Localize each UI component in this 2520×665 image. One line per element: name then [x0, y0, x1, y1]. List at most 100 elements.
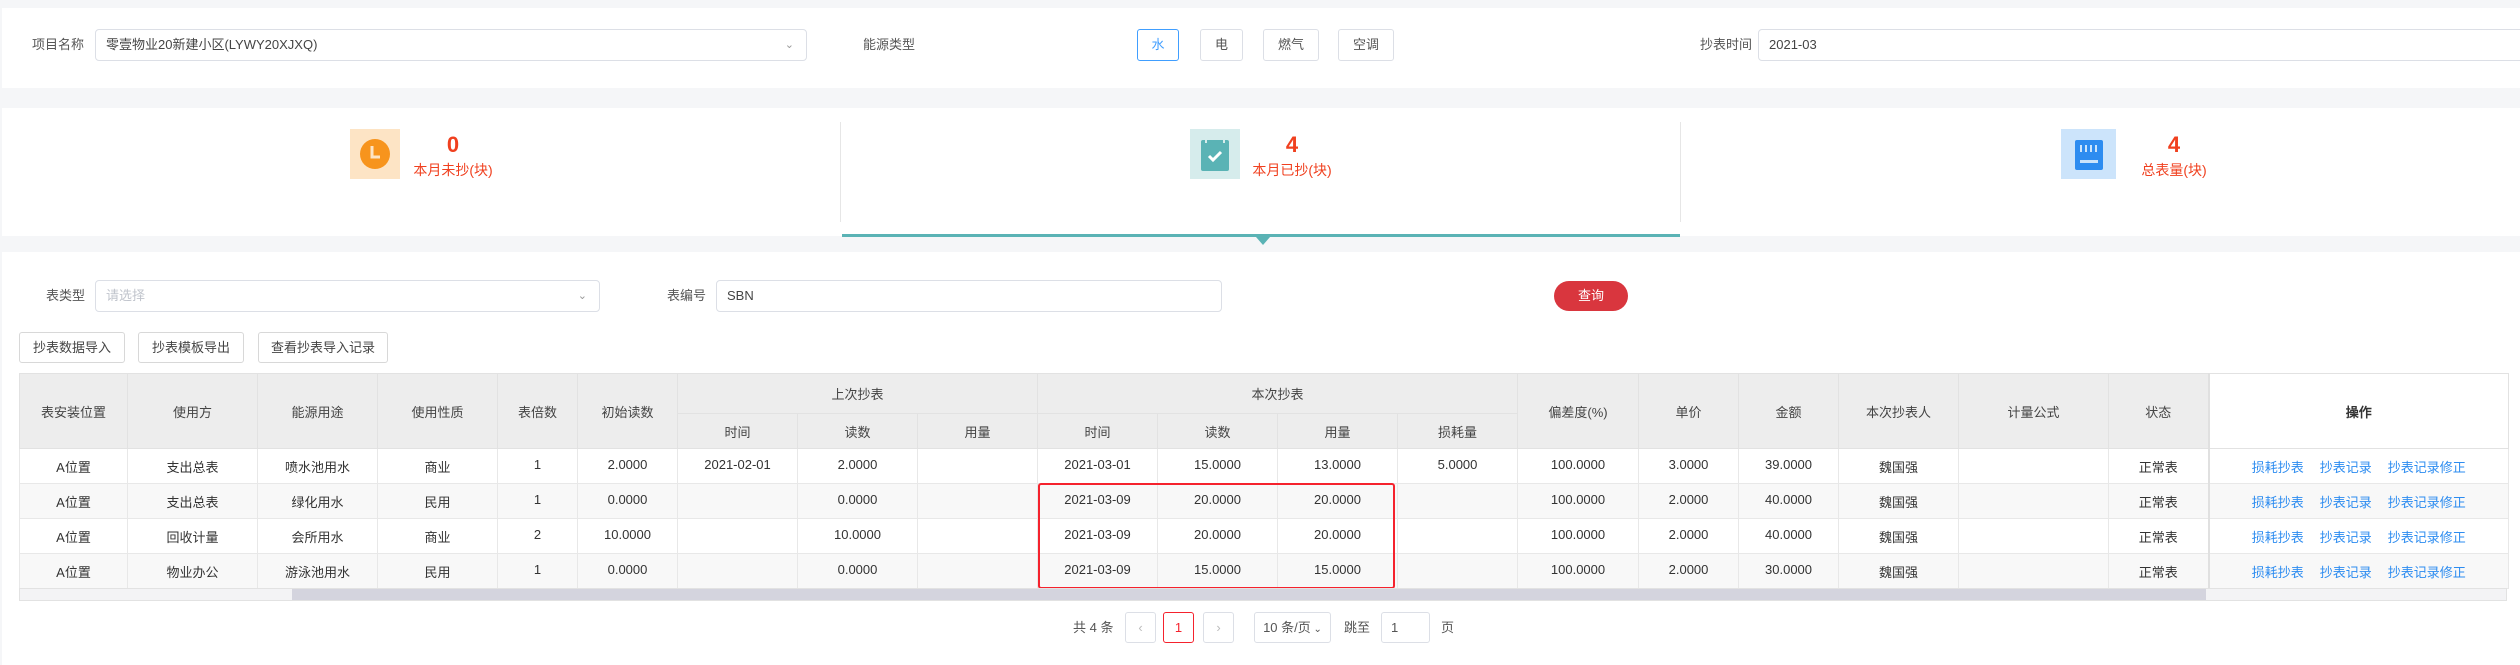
page-size-select[interactable]: 10 条/页 ⌄	[1254, 612, 1331, 643]
table-cell	[1958, 483, 2110, 519]
type-select[interactable]: 请选择 ⌄	[95, 280, 600, 312]
stat-read-label: 本月已抄(块)	[1252, 162, 1332, 178]
table-cell: 魏国强	[1838, 553, 1960, 589]
chevron-down-icon: ⌄	[1310, 624, 1322, 635]
col-price: 单价	[1638, 373, 1740, 449]
table-cell: 5.0000	[1396, 448, 1519, 484]
col-user: 使用方	[127, 373, 258, 449]
stat-unread-value: 0	[446, 132, 460, 157]
import-history-button[interactable]: 查看抄表导入记录	[258, 332, 388, 363]
time-picker[interactable]: 2021-03	[1758, 29, 2520, 61]
table-cell: 民用	[377, 553, 498, 589]
table-cell: 1	[497, 483, 578, 519]
project-select[interactable]: 零壹物业20新建小区(LYWY20XJXQ) ⌄	[95, 29, 807, 61]
loss-reading-link[interactable]: 损耗抄表	[2252, 495, 2304, 510]
table-cell: 正常表	[2108, 553, 2210, 589]
reading-correction-link[interactable]: 抄表记录修正	[2388, 460, 2466, 475]
table-cell: 13.0000	[1277, 448, 1398, 484]
table-cell: 正常表	[2108, 448, 2210, 484]
table-cell: 2.0000	[1638, 518, 1740, 554]
col-group-current: 本次抄表	[1036, 373, 1519, 414]
table-cell: 40.0000	[1738, 518, 1840, 554]
col-multiplier: 表倍数	[497, 373, 578, 449]
table-cell	[677, 553, 798, 589]
table-cell: 2.0000	[797, 448, 918, 484]
table-cell: 15.0000	[1157, 448, 1278, 484]
loss-reading-link[interactable]: 损耗抄表	[2252, 460, 2304, 475]
loss-reading-link[interactable]: 损耗抄表	[2252, 565, 2304, 580]
table-cell: 2021-02-01	[677, 448, 798, 484]
table-cell: 会所用水	[257, 518, 378, 554]
meter-icon	[2075, 140, 2103, 170]
prev-page-button[interactable]: ‹	[1125, 612, 1156, 643]
reading-record-link[interactable]: 抄表记录	[2320, 565, 2372, 580]
table-row: A位置 支出总表 喷水池用水 商业 1 2.0000 2021-02-01 2.0000 202…	[19, 448, 2510, 484]
table-cell: 100.0000	[1517, 518, 1640, 554]
table-cell: 回收计量	[127, 518, 258, 554]
reading-record-link[interactable]: 抄表记录	[2320, 460, 2372, 475]
chevron-down-icon: ⌄	[784, 39, 794, 51]
page-1-button[interactable]: 1	[1163, 612, 1194, 643]
code-input[interactable]: SBN	[716, 280, 1222, 312]
ops-cell: 损耗抄表 抄表记录 抄表记录修正	[2207, 483, 2510, 519]
stat-read-value: 4	[1285, 132, 1299, 157]
table-cell: 支出总表	[127, 483, 258, 519]
table-cell	[1396, 518, 1519, 554]
energy-water-button[interactable]: 水	[1137, 29, 1179, 61]
stat-total[interactable]	[2061, 129, 2116, 179]
energy-electric-button[interactable]: 电	[1200, 29, 1243, 61]
table-cell: 民用	[377, 483, 498, 519]
total-count: 共 4 条	[1073, 620, 1114, 635]
col-group-last: 上次抄表	[677, 373, 1038, 414]
table-cell: 2021-03-01	[1037, 448, 1158, 484]
table-cell: 商业	[377, 518, 498, 554]
import-button[interactable]: 抄表数据导入	[19, 332, 125, 363]
table-cell	[677, 483, 798, 519]
ops-cell: 损耗抄表 抄表记录 抄表记录修正	[2207, 518, 2510, 554]
loss-reading-link[interactable]: 损耗抄表	[2252, 530, 2304, 545]
project-label: 项目名称	[32, 37, 85, 52]
query-button[interactable]: 查询	[1554, 281, 1628, 311]
reading-record-link[interactable]: 抄表记录	[2320, 530, 2372, 545]
table-cell: 魏国强	[1838, 518, 1960, 554]
horizontal-scrollbar[interactable]	[19, 588, 2507, 601]
table-cell: 商业	[377, 448, 498, 484]
energy-label: 能源类型	[863, 37, 916, 52]
reading-correction-link[interactable]: 抄表记录修正	[2388, 530, 2466, 545]
time-value: 2021-03	[1769, 37, 1817, 52]
table-cell: A位置	[19, 448, 128, 484]
table-cell: 2	[497, 518, 578, 554]
highlight-box	[1038, 483, 1395, 589]
col-initial: 初始读数	[577, 373, 678, 449]
col-cur-time: 时间	[1037, 413, 1158, 449]
table-cell: A位置	[19, 553, 128, 589]
type-label: 表类型	[46, 288, 86, 303]
table-cell: 物业办公	[127, 553, 258, 589]
col-last-reading: 读数	[797, 413, 918, 449]
col-formula: 计量公式	[1958, 373, 2110, 449]
reading-correction-link[interactable]: 抄表记录修正	[2388, 565, 2466, 580]
chevron-down-icon: ⌄	[577, 290, 587, 302]
col-cur-reading: 读数	[1157, 413, 1278, 449]
export-template-button[interactable]: 抄表模板导出	[138, 332, 244, 363]
table-cell: 0.0000	[577, 483, 678, 519]
energy-ac-button[interactable]: 空调	[1338, 29, 1394, 61]
reading-correction-link[interactable]: 抄表记录修正	[2388, 495, 2466, 510]
col-deviation: 偏差度(%)	[1517, 373, 1640, 449]
table-cell: 2.0000	[1638, 553, 1740, 589]
scrollbar-thumb[interactable]	[292, 589, 2206, 600]
table-cell	[917, 553, 1038, 589]
table-cell	[1396, 483, 1519, 519]
table-cell	[917, 518, 1038, 554]
goto-input[interactable]: 1	[1381, 612, 1430, 643]
type-placeholder: 请选择	[106, 288, 146, 303]
col-reader: 本次抄表人	[1838, 373, 1960, 449]
time-label: 抄表时间	[1700, 37, 1753, 52]
ops-cell: 损耗抄表 抄表记录 抄表记录修正	[2207, 448, 2510, 484]
energy-gas-button[interactable]: 燃气	[1263, 29, 1319, 61]
next-page-button[interactable]: ›	[1203, 612, 1234, 643]
table-cell: 游泳池用水	[257, 553, 378, 589]
table-cell: 100.0000	[1517, 483, 1640, 519]
reading-record-link[interactable]: 抄表记录	[2320, 495, 2372, 510]
table-cell	[1958, 518, 2110, 554]
